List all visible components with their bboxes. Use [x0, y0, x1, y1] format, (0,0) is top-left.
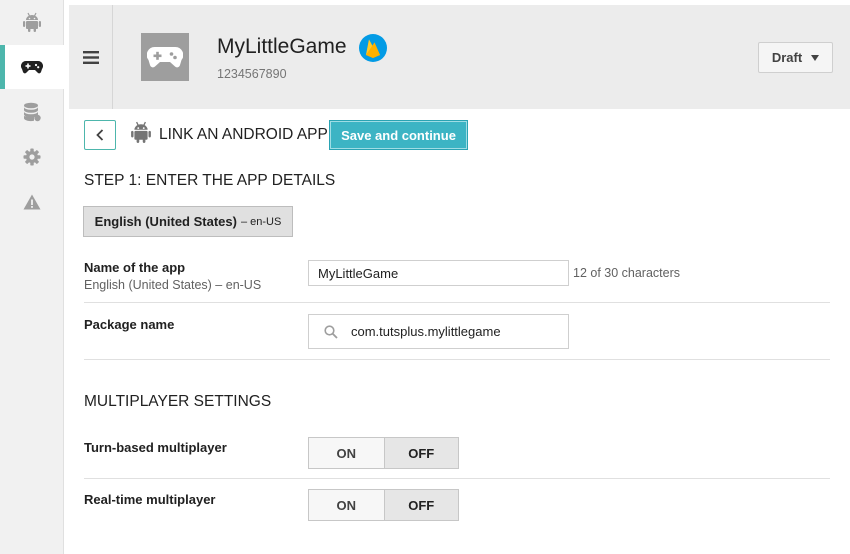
database-icon	[24, 102, 41, 122]
caret-down-icon	[811, 54, 820, 61]
multiplayer-section-title: MULTIPLAYER SETTINGS	[84, 393, 272, 410]
firebase-icon	[366, 39, 380, 58]
app-icon-tile	[141, 33, 189, 81]
app-name-input[interactable]: MyLittleGame	[308, 260, 569, 286]
turn-based-label: Turn-based multiplayer	[84, 440, 227, 455]
link-android-icon-wrap	[131, 121, 151, 148]
menu-button[interactable]	[69, 5, 113, 109]
turn-based-on-button[interactable]: ON	[309, 438, 384, 468]
divider	[84, 478, 830, 479]
real-time-label: Real-time multiplayer	[84, 492, 216, 507]
chevron-left-icon	[96, 129, 104, 141]
turn-based-off-button[interactable]: OFF	[383, 438, 458, 468]
sidebar-item-alerts[interactable]	[0, 180, 64, 224]
turn-based-toggle: ON OFF	[308, 437, 459, 469]
real-time-on-button[interactable]: ON	[309, 490, 384, 520]
gamepad-icon	[147, 46, 183, 68]
package-name-label: Package name	[84, 317, 175, 332]
package-name-value: com.tutsplus.mylittlegame	[351, 324, 501, 339]
save-and-continue-button[interactable]: Save and continue	[329, 120, 468, 150]
package-name-input[interactable]: com.tutsplus.mylittlegame	[308, 314, 569, 349]
gamepad-icon	[21, 61, 43, 74]
hamburger-icon	[82, 50, 99, 64]
app-name: MyLittleGame	[217, 35, 347, 58]
android-icon	[131, 121, 151, 143]
firebase-badge	[359, 34, 387, 62]
page-title: LINK AN ANDROID APP	[159, 126, 328, 143]
step-title: STEP 1: ENTER THE APP DETAILS	[84, 172, 336, 189]
app-id: 1234567890	[217, 67, 287, 81]
sidebar-item-settings[interactable]	[0, 135, 64, 179]
back-button[interactable]	[84, 120, 116, 150]
language-chip[interactable]: English (United States) – en-US	[83, 206, 293, 237]
divider	[84, 302, 830, 303]
status-dropdown[interactable]: Draft	[758, 42, 833, 73]
warning-icon	[23, 194, 41, 210]
search-icon	[324, 324, 338, 339]
app-name-label: Name of the app	[84, 260, 186, 275]
status-dropdown-label: Draft	[771, 50, 803, 65]
sidebar-item-android[interactable]	[0, 0, 64, 44]
sidebar-item-data[interactable]	[0, 90, 64, 134]
app-name-sublabel: English (United States) – en-US	[84, 278, 262, 292]
android-icon	[23, 12, 41, 32]
sidebar-item-games[interactable]	[0, 45, 64, 89]
language-chip-language: English (United States)	[94, 214, 237, 229]
page: MyLittleGame 1234567890 Draft LINK AN AN…	[0, 0, 850, 554]
app-header: MyLittleGame 1234567890 Draft	[69, 5, 850, 109]
char-count: 12 of 30 characters	[573, 266, 681, 280]
app-name-input-value: MyLittleGame	[318, 265, 399, 281]
real-time-toggle: ON OFF	[308, 489, 459, 521]
real-time-off-button[interactable]: OFF	[383, 490, 458, 520]
sidebar	[0, 0, 64, 554]
language-chip-code: – en-US	[240, 215, 282, 228]
divider	[84, 359, 830, 360]
gear-icon	[23, 148, 41, 166]
